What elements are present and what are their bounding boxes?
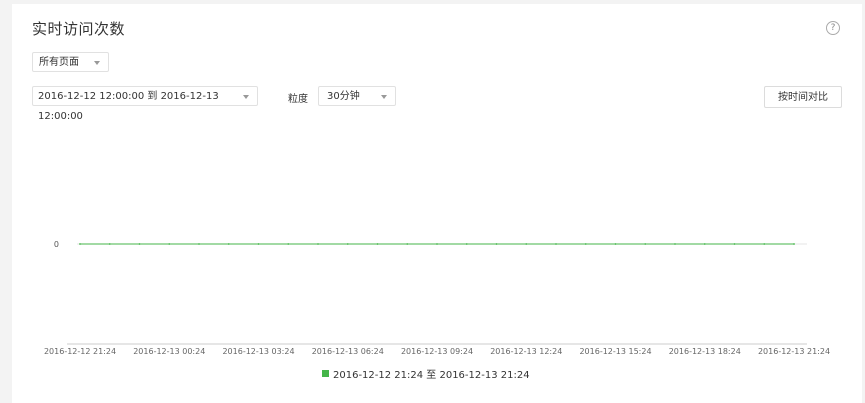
x-tick-label: 2016-12-12 21:24	[44, 347, 116, 356]
data-point	[674, 243, 676, 245]
data-point	[584, 243, 587, 245]
data-point	[525, 243, 528, 245]
y-tick-label: 0	[54, 240, 59, 249]
x-tick-label: 2016-12-13 03:24	[222, 347, 294, 356]
data-point	[287, 243, 290, 245]
data-point	[79, 243, 81, 245]
data-point	[317, 243, 319, 245]
x-tick-label: 2016-12-13 09:24	[401, 347, 473, 356]
x-tick-label: 2016-12-13 06:24	[312, 347, 384, 356]
data-point	[644, 243, 647, 245]
data-point	[376, 243, 379, 245]
visits-line-chart: 0 2016-12-12 21:24 2016-12-13 00:24 2016-12…	[44, 240, 830, 356]
data-point	[793, 243, 795, 245]
data-point	[227, 243, 230, 245]
data-point	[346, 243, 349, 245]
legend-label: 2016-12-12 21:24 至 2016-12-13 21:24	[333, 370, 530, 381]
data-point	[614, 243, 617, 245]
realtime-visits-panel: 实时访问次数 ? 所有页面 2016-12-12 12:00:00 到 2016…	[12, 4, 862, 403]
x-tick-label: 2016-12-13 15:24	[579, 347, 651, 356]
data-point	[257, 243, 260, 245]
data-point	[703, 243, 706, 245]
data-point	[138, 243, 141, 245]
data-point	[733, 243, 736, 245]
data-point	[436, 243, 438, 245]
data-point	[168, 243, 171, 245]
data-point	[555, 243, 557, 245]
x-tick-label: 2016-12-13 00:24	[133, 347, 205, 356]
data-point	[465, 243, 468, 245]
data-point	[406, 243, 409, 245]
data-point	[495, 243, 498, 245]
chart-legend[interactable]: 2016-12-12 21:24 至 2016-12-13 21:24	[322, 366, 530, 381]
data-point	[108, 243, 111, 245]
x-tick-label: 2016-12-13 21:24	[758, 347, 830, 356]
x-tick-label: 2016-12-13 18:24	[669, 347, 741, 356]
x-tick-label: 2016-12-13 12:24	[490, 347, 562, 356]
data-point	[763, 243, 766, 245]
legend-swatch	[322, 370, 329, 377]
data-point	[198, 243, 200, 245]
